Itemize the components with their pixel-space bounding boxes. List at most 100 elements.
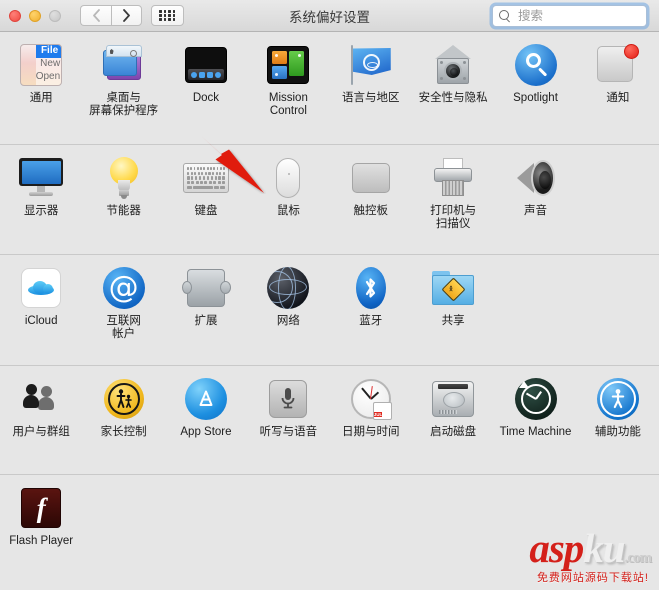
pref-item-dictation[interactable]: 听写与语音 [247,366,329,474]
preferences-row-personal: File New Open 通用 桌面与 屏幕保护程序 Dock Mission… [0,32,659,144]
pref-item-flash-player[interactable]: f Flash Player [0,475,82,565]
pref-label: 网络 [276,315,300,327]
forward-button[interactable] [111,5,142,26]
zoom-window-button[interactable] [49,9,61,22]
minimize-window-button[interactable] [29,9,41,22]
pref-label: 通用 [29,92,53,104]
date-time-clock-icon: JUL 18 [347,375,395,423]
close-window-button[interactable] [9,9,21,22]
pref-item-empty [577,145,659,254]
pref-item-language[interactable]: 语言与地区 [330,32,412,144]
pref-label: 语言与地区 [342,92,400,104]
back-button[interactable] [80,5,111,26]
window-titlebar: 系统偏好设置 ✕ [0,0,659,32]
pref-label: 共享 [441,315,465,327]
dock-icon [182,41,230,89]
pref-item-keyboard[interactable]: 键盘 [165,145,247,254]
pref-item-network[interactable]: 网络 [247,255,329,365]
pref-item-users[interactable]: 用户与群组 [0,366,82,474]
pref-label: 显示器 [23,205,59,217]
pedestrian-glyph [449,285,453,292]
pref-label: Dock [192,92,220,104]
pref-label: 打印机与 扫描仪 [430,205,477,230]
pref-item-startup-disk[interactable]: 启动磁盘 [412,366,494,474]
mouse-icon [264,154,312,202]
printer-scanner-icon [429,154,477,202]
pref-item-sound[interactable]: 声音 [494,145,576,254]
time-machine-icon [512,375,560,423]
pref-label: 听写与语音 [259,426,318,438]
bluetooth-icon [347,264,395,312]
pref-label: 用户与群组 [12,426,70,438]
pref-item-dock[interactable]: Dock [165,32,247,144]
preferences-row-system: 用户与群组 家长控制 App Store 听写与语音 JUL 日期与时间 启动磁… [0,365,659,474]
pref-item-general[interactable]: File New Open 通用 [0,32,82,144]
pref-item-trackpad[interactable]: 触控板 [330,145,412,254]
icloud-icon [17,264,65,312]
pref-label: Time Machine [499,426,572,438]
pref-item-accessibility[interactable]: 辅助功能 [577,366,659,474]
parental-controls-icon [100,375,148,423]
display-icon [17,154,65,202]
general-icon-file-text: File [40,45,59,56]
pref-label: Flash Player [9,535,74,547]
microphone-glyph [281,388,295,409]
pref-item-date-time[interactable]: JUL 18 日期与时间 [330,366,412,474]
pref-item-bluetooth[interactable]: 蓝牙 [330,255,412,365]
pref-item-empty [494,255,576,365]
pref-item-mission-control[interactable]: Mission Control [247,32,329,144]
calendar-month-label: JUL [373,412,383,417]
startup-disk-icon [429,375,477,423]
keyboard-icon [182,154,230,202]
traffic-lights [9,9,61,22]
pref-item-spotlight[interactable]: Spotlight [494,32,576,144]
adult-child-glyph [116,389,132,408]
pref-item-extensions[interactable]: 扩展 [165,255,247,365]
search-input[interactable] [516,6,659,26]
app-store-glyph [199,390,213,406]
pref-item-app-store[interactable]: App Store [165,366,247,474]
pref-item-icloud[interactable]: iCloud [0,255,82,365]
flash-f-glyph: f [21,488,62,528]
pref-item-security[interactable]: 安全性与隐私 [412,32,494,144]
search-icon [499,10,511,22]
pref-label: 扩展 [194,315,218,327]
pref-label: 安全性与隐私 [418,92,488,104]
pref-label: 触控板 [353,205,389,217]
preferences-row-hardware: 显示器 节能器 键盘 鼠标 触控板 打印机与 扫描仪 声音 [0,144,659,254]
preferences-row-internet: iCloud @ 互联网 帐户 扩展 网络 蓝牙 共享 [0,254,659,365]
pref-label: 键盘 [194,205,218,217]
pref-item-empty [577,255,659,365]
pref-label: 家长控制 [100,426,147,438]
pref-item-displays[interactable]: 显示器 [0,145,82,254]
pref-item-energy[interactable]: 节能器 [82,145,164,254]
show-all-button[interactable] [151,5,184,26]
pref-label: 声音 [524,205,548,217]
preferences-content: File New Open 通用 桌面与 屏幕保护程序 Dock Mission… [0,32,659,590]
mission-control-icon [264,41,312,89]
pref-item-time-machine[interactable]: Time Machine [494,366,576,474]
energy-saver-bulb-icon [100,154,148,202]
preferences-row-other: f Flash Player [0,474,659,565]
language-region-flag-icon [347,41,395,89]
sharing-folder-icon [429,264,477,312]
grid-dots-icon [159,10,176,21]
dictation-speech-mic-icon [264,375,312,423]
pref-label: 蓝牙 [359,315,383,327]
search-container: ✕ [492,5,659,27]
pref-item-parental[interactable]: 家长控制 [82,366,164,474]
pref-item-sharing[interactable]: 共享 [412,255,494,365]
general-icon-open-text: Open [35,71,61,82]
pref-label: App Store [180,426,232,438]
general-icon-new-text: New [40,58,61,69]
desktop-screensaver-icon [100,41,148,89]
pref-item-internet-accounts[interactable]: @ 互联网 帐户 [82,255,164,365]
pref-item-mouse[interactable]: 鼠标 [247,145,329,254]
general-icon: File New Open [17,41,65,89]
pref-label: 鼠标 [276,205,300,217]
pref-item-notifications[interactable]: 通知 [577,32,659,144]
pref-item-printers[interactable]: 打印机与 扫描仪 [412,145,494,254]
extensions-puzzle-icon [181,264,231,312]
pref-item-desktop[interactable]: 桌面与 屏幕保护程序 [82,32,164,144]
search-field[interactable]: ✕ [492,5,659,27]
